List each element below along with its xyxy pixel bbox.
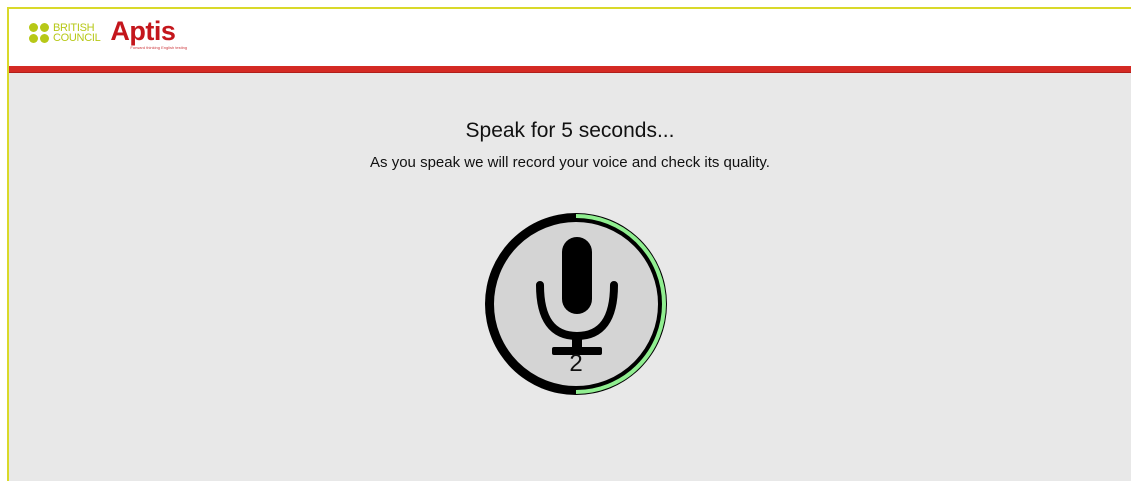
aptis-logo: Aptis Forward thinking English testing — [110, 17, 187, 50]
british-council-wordmark: BRITISH COUNCIL — [53, 22, 101, 44]
app-frame: BRITISH COUNCIL Aptis Forward thinking E… — [7, 7, 1131, 481]
recorder-widget: 2 — [482, 210, 670, 398]
aptis-wordmark: Aptis — [110, 16, 176, 46]
logo: BRITISH COUNCIL Aptis Forward thinking E… — [29, 17, 187, 57]
header: BRITISH COUNCIL Aptis Forward thinking E… — [9, 9, 1131, 66]
instruction-text: As you speak we will record your voice a… — [370, 154, 770, 171]
aptis-tagline: Forward thinking English testing — [130, 45, 188, 50]
countdown-number: 2 — [569, 350, 583, 377]
british-council-dots-icon — [29, 23, 49, 43]
page-title: Speak for 5 seconds... — [465, 119, 675, 142]
header-accent-bar — [9, 66, 1131, 72]
